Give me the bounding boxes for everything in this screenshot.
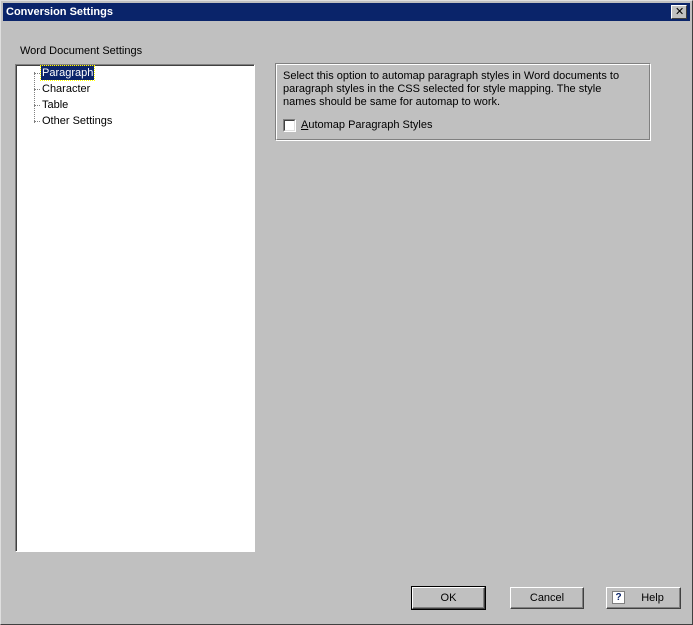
conversion-settings-dialog: Conversion Settings ✕ Word Document Sett… [0, 0, 693, 625]
ok-button[interactable]: OK [411, 586, 486, 610]
tree-branch-line [34, 121, 40, 122]
help-button[interactable]: ? Help [606, 587, 681, 609]
checkbox-box [284, 120, 295, 131]
cancel-button[interactable]: Cancel [510, 587, 584, 609]
close-icon: ✕ [675, 6, 685, 18]
window-title: Conversion Settings [6, 6, 113, 18]
tree-group-label: Word Document Settings [20, 45, 143, 57]
paragraph-options-panel: Select this option to automap paragraph … [275, 63, 651, 141]
tree-item-label: Character [42, 83, 91, 95]
tree-item-label: Paragraph [39, 65, 96, 81]
automap-paragraph-styles-checkbox[interactable] [283, 119, 296, 132]
tree-item-label: Other Settings [42, 115, 113, 127]
tree-connector-line [34, 72, 35, 123]
help-icon: ? [612, 591, 625, 604]
tree-item-label: Table [42, 99, 69, 111]
paragraph-options-panel-inner: Select this option to automap paragraph … [276, 64, 650, 140]
title-bar[interactable]: Conversion Settings ✕ [3, 3, 690, 21]
tree-branch-line [34, 73, 40, 74]
close-button[interactable]: ✕ [671, 5, 687, 19]
ok-button-label: OK [440, 592, 457, 604]
settings-tree[interactable]: Paragraph Character Table Other Settings [15, 64, 255, 552]
paragraph-description: Select this option to automap paragraph … [283, 70, 620, 108]
automap-paragraph-styles-label[interactable]: Automap Paragraph Styles [301, 118, 432, 132]
tree-branch-line [34, 105, 40, 106]
settings-tree-inner: Paragraph Character Table Other Settings [16, 65, 254, 551]
access-key-letter: A [301, 119, 309, 131]
tree-branch-line [34, 89, 40, 90]
help-button-label: Help [641, 592, 664, 604]
cancel-button-label: Cancel [529, 592, 565, 604]
